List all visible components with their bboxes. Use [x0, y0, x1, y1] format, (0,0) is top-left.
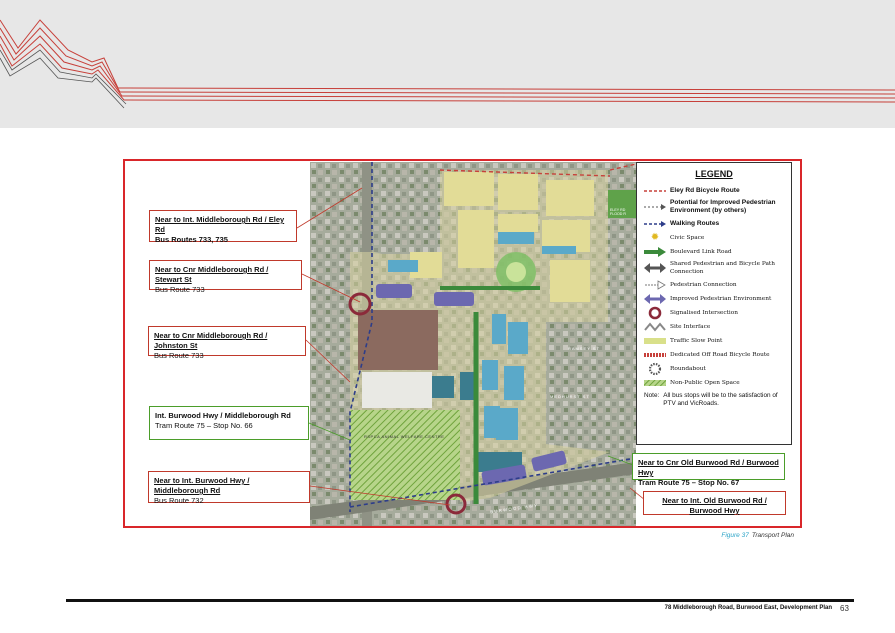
callout-subtitle: Bus Route 732	[154, 496, 204, 505]
callout-title: Int. Burwood Hwy / Middleborough Rd	[155, 411, 291, 420]
maroon-ring-icon	[644, 306, 666, 319]
document-title: 78 Middleborough Road, Burwood East, Dev…	[664, 605, 832, 611]
legend-note: Note: All bus stops will be to the satis…	[644, 392, 784, 408]
callout-old-burwood-bus: Near to Int. Old Burwood Rd / Burwood Hw…	[643, 491, 786, 515]
legend-label: Eley Rd Bicycle Route	[670, 186, 740, 194]
legend-item: Shared Pedestrian and Bicycle Path Conne…	[644, 260, 784, 276]
legend-item: Pedestrian Connection	[644, 279, 784, 290]
red-dotted-bar-icon	[644, 349, 666, 360]
callout-title: Near to Cnr Middleborough Rd / Johnston …	[154, 331, 268, 350]
legend-title: LEGEND	[695, 169, 733, 179]
callout-subtitle: Tram Route 75 – Stop No. 67	[638, 478, 740, 487]
legend-item: Potential for Improved Pedestrian Enviro…	[644, 199, 784, 215]
map-legend: LEGEND Eley Rd Bicycle Route Potential f…	[636, 162, 792, 445]
green-hatch-icon	[644, 377, 666, 388]
yellow-bar-icon	[644, 335, 666, 346]
legend-item: Non-Public Open Space	[644, 377, 784, 388]
callout-old-burwood-tram: Near to Cnr Old Burwood Rd / Burwood Hwy…	[632, 453, 785, 487]
dashed-red-line-icon	[644, 185, 666, 196]
legend-label: Site Interface	[670, 323, 711, 330]
white-arrow-icon	[644, 279, 666, 290]
footer-rule	[66, 599, 854, 602]
legend-item: Signalised Intersection	[644, 306, 784, 319]
legend-item: Walking Routes	[644, 218, 784, 229]
note-text: All bus stops will be to the satisfactio…	[663, 392, 778, 407]
dotted-ring-icon	[644, 362, 666, 375]
grey-double-arrow-icon	[644, 263, 666, 274]
figure-title: Transport Plan	[751, 532, 794, 539]
callout-middleborough-johnston: Near to Cnr Middleborough Rd / Johnston …	[148, 326, 306, 360]
legend-label: Dedicated Off Road Bicycle Route	[670, 351, 770, 358]
callout-title: Near to Int. Burwood Hwy / Middleborough…	[154, 476, 250, 495]
page-number: 63	[840, 604, 849, 613]
legend-item: Roundabout	[644, 362, 784, 375]
legend-label: Civic Space	[670, 234, 705, 241]
legend-label: Pedestrian Connection	[670, 281, 737, 288]
legend-item: Traffic Slow Point	[644, 335, 784, 346]
legend-item: Site Interface	[644, 321, 784, 332]
callout-title: Near to Int. Old Burwood Rd / Burwood Hw…	[662, 496, 767, 515]
callout-subtitle: Bus Routes 733, 735	[155, 235, 228, 244]
grey-zigzag-icon	[644, 321, 666, 332]
purple-double-arrow-icon	[644, 293, 666, 304]
callout-subtitle: Bus Route 733	[154, 351, 204, 360]
callout-title: Near to Cnr Old Burwood Rd / Burwood Hwy	[638, 458, 779, 477]
legend-item: Eley Rd Bicycle Route	[644, 185, 784, 196]
legend-label: Walking Routes	[670, 219, 720, 227]
callout-burwood-middleborough-tram: Int. Burwood Hwy / Middleborough Rd Tram…	[149, 406, 309, 440]
legend-label: Shared Pedestrian and Bicycle Path Conne…	[670, 261, 776, 275]
dashed-navy-arrow-icon	[644, 218, 666, 229]
dashed-arrow-icon	[644, 202, 666, 213]
note-label: Note:	[644, 392, 660, 399]
green-arrow-icon	[644, 246, 666, 257]
legend-item: Dedicated Off Road Bicycle Route	[644, 349, 784, 360]
callout-title: Near to Cnr Middleborough Rd / Stewart S…	[155, 265, 269, 284]
callout-middleborough-eley: Near to Int. Middleborough Rd / Eley Rd …	[149, 210, 297, 244]
figure-caption: Figure 37 Transport Plan	[600, 532, 794, 539]
legend-label: Roundabout	[670, 365, 706, 372]
legend-item: ✹ Civic Space	[644, 232, 784, 243]
yellow-star-icon: ✹	[650, 232, 660, 243]
legend-item: Improved Pedestrian Environment	[644, 293, 784, 304]
legend-label: Traffic Slow Point	[670, 337, 723, 344]
callout-burwood-middleborough-bus: Near to Int. Burwood Hwy / Middleborough…	[148, 471, 310, 505]
legend-label: Signalised Intersection	[670, 309, 739, 316]
legend-label: Non-Public Open Space	[670, 379, 740, 386]
callout-subtitle: Tram Route 75 – Stop No. 66	[155, 421, 253, 430]
legend-label: Boulevard Link Road	[670, 248, 732, 255]
legend-item: Boulevard Link Road	[644, 246, 784, 257]
legend-label: Potential for Improved Pedestrian Enviro…	[670, 199, 776, 214]
callout-title: Near to Int. Middleborough Rd / Eley Rd	[155, 215, 285, 234]
figure-number: Figure 37	[721, 532, 749, 539]
callout-subtitle: Bus Route 733	[155, 285, 205, 294]
legend-label: Improved Pedestrian Environment	[670, 295, 772, 302]
callout-middleborough-stewart: Near to Cnr Middleborough Rd / Stewart S…	[149, 260, 302, 294]
